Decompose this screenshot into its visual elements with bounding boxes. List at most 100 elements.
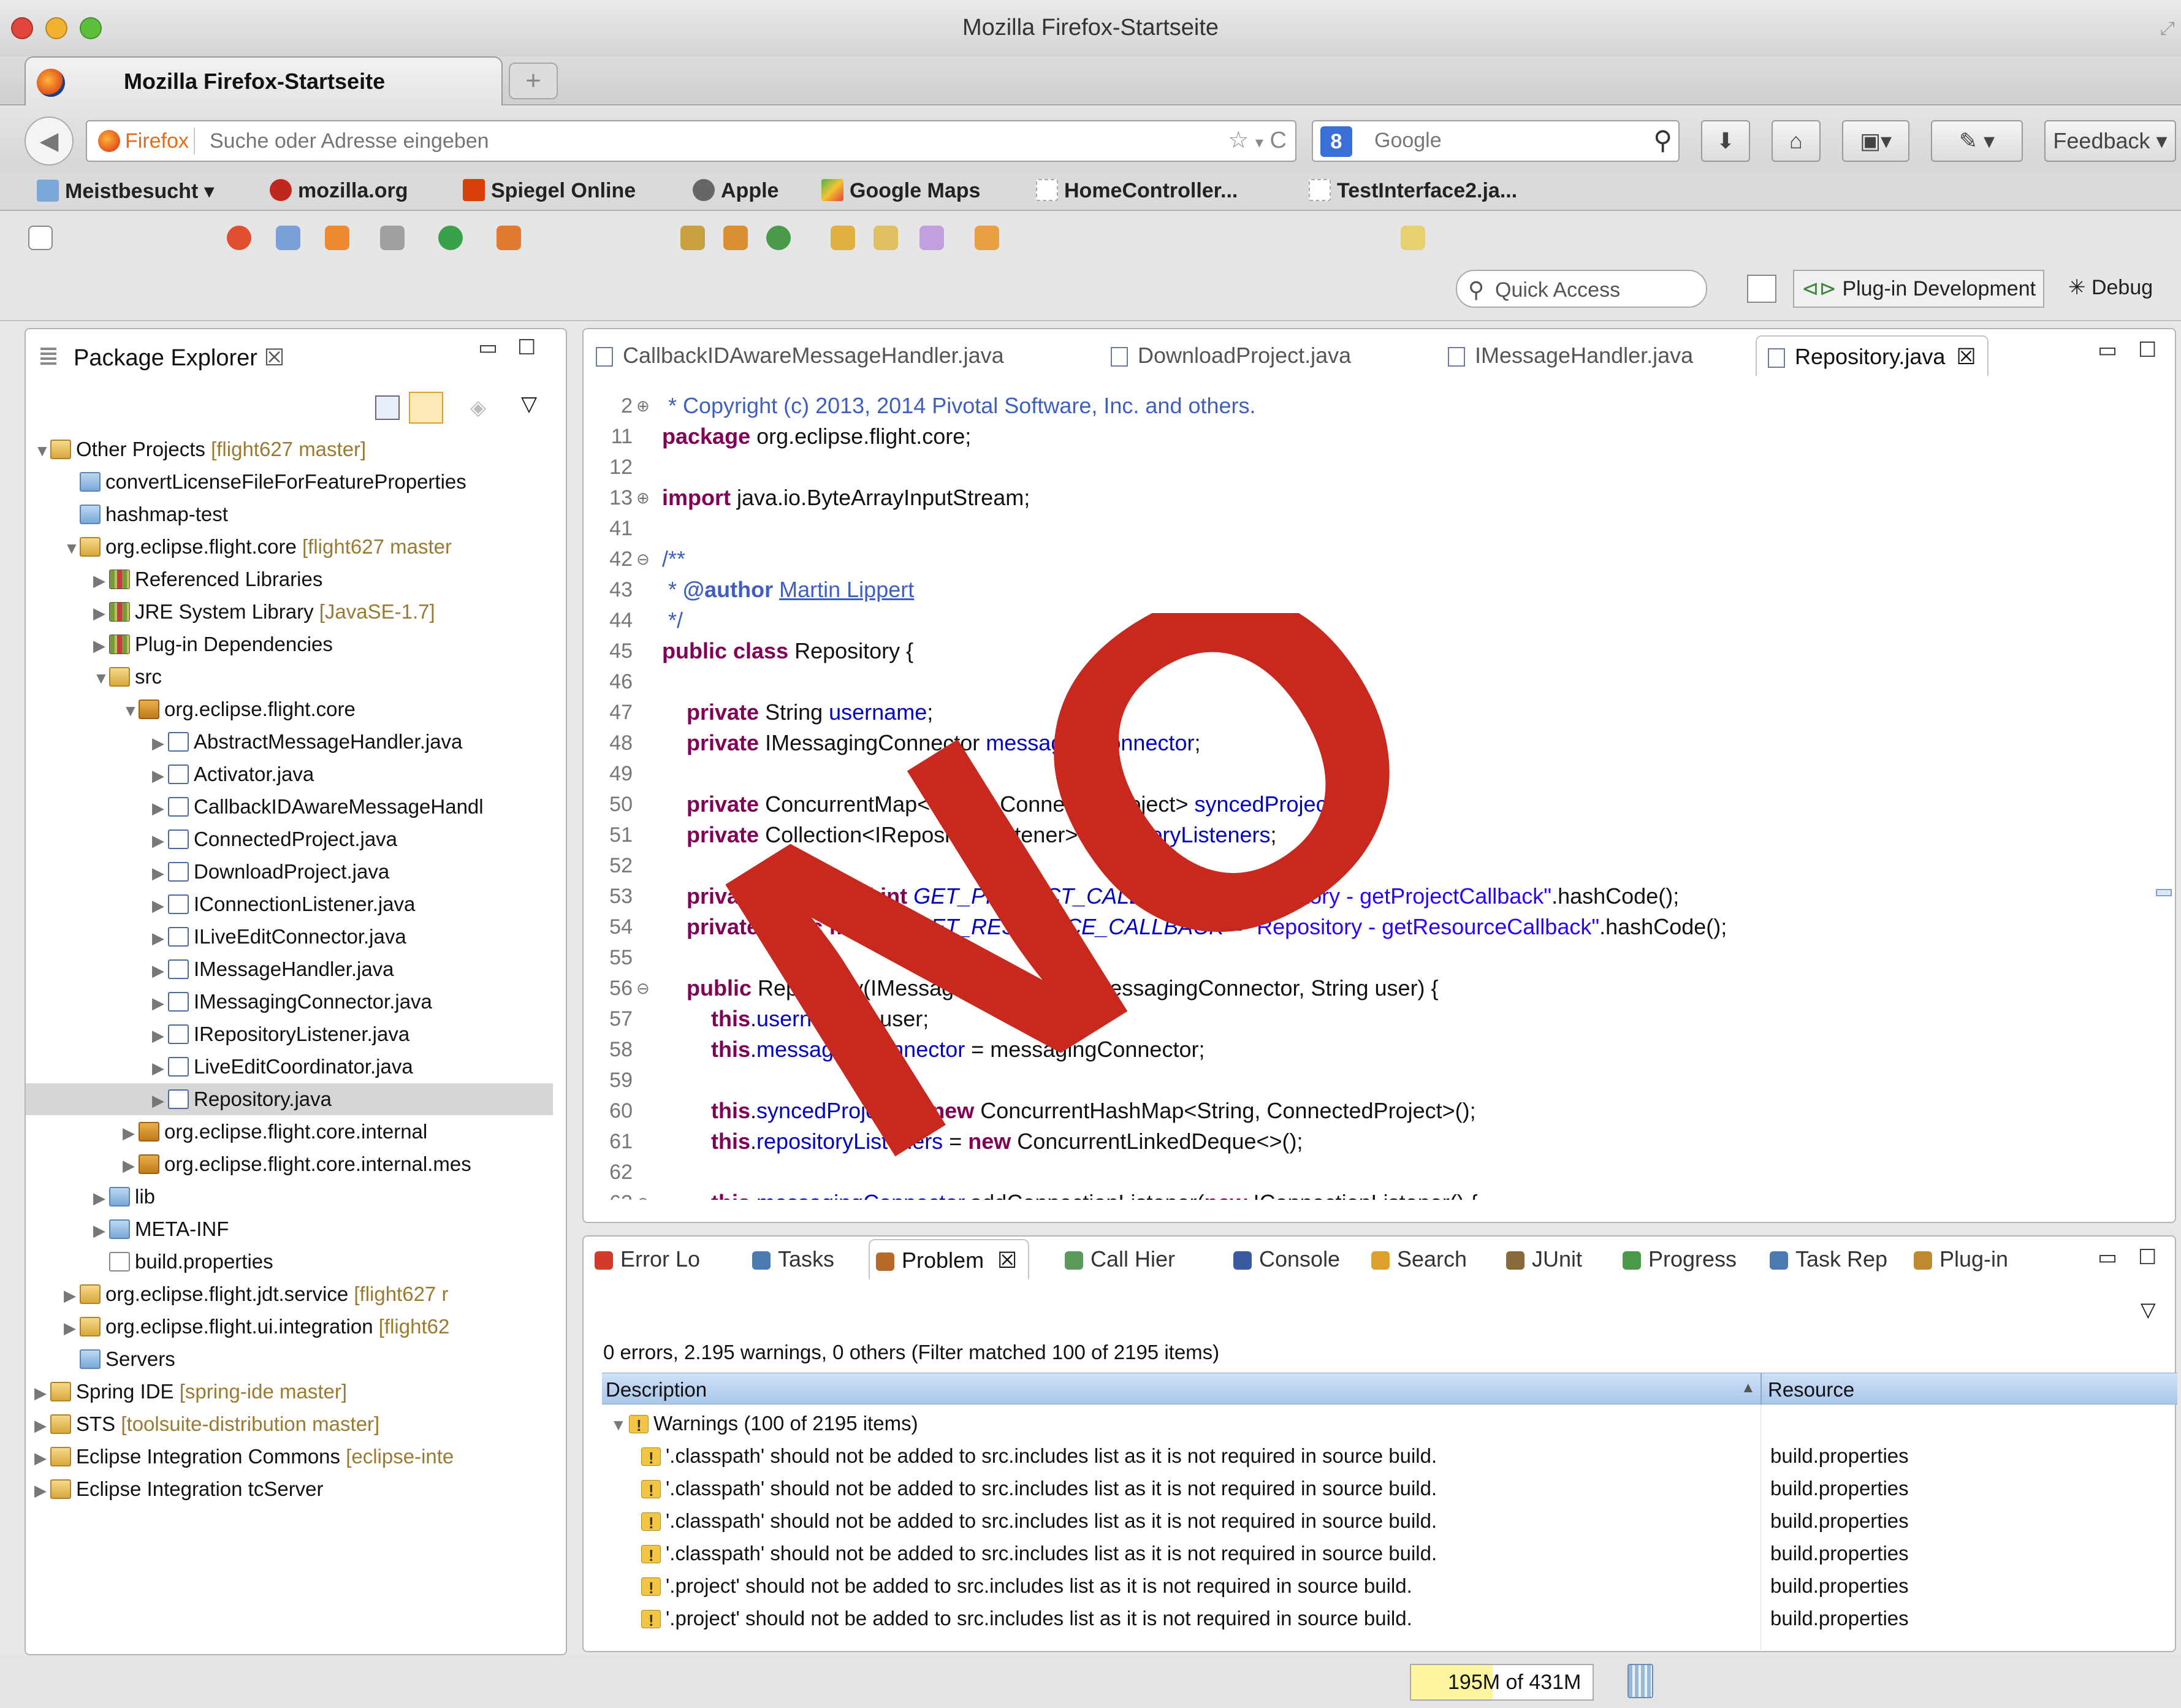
focus-task-icon[interactable]: ◈ xyxy=(470,395,495,420)
expanded-triangle-icon[interactable]: ▼ xyxy=(123,695,139,726)
tree-item[interactable]: ▶ lib xyxy=(93,1181,155,1213)
bookmark-homecontroller[interactable]: HomeController... xyxy=(1036,179,1238,203)
tree-item[interactable]: ▶ IMessagingConnector.java xyxy=(152,986,432,1018)
tree-item[interactable]: ▶ Referenced Libraries xyxy=(93,563,322,595)
debug-icon[interactable] xyxy=(227,226,251,250)
url-input[interactable] xyxy=(210,126,1190,156)
tree-item[interactable]: hashmap-test xyxy=(64,498,228,530)
search-bar[interactable]: 8 Google ⚲ xyxy=(1312,120,1680,162)
code-line[interactable]: this.messagingConnector = messagingConne… xyxy=(662,1034,1205,1065)
code-line[interactable]: * @author Martin Lippert xyxy=(662,574,914,605)
collapsed-triangle-icon[interactable]: ▶ xyxy=(152,792,168,824)
code-line[interactable]: this.syncedProjects = new ConcurrentHash… xyxy=(662,1096,1476,1126)
problem-row[interactable]: '.classpath' should not be added to src.… xyxy=(602,1472,2171,1507)
expanded-triangle-icon[interactable]: ▼ xyxy=(93,662,109,694)
close-tab-icon[interactable]: ☒ xyxy=(997,1248,1017,1273)
tree-item[interactable]: ▶ Eclipse Integration Commons [eclipse-in… xyxy=(34,1441,454,1473)
package-explorer-title[interactable]: Package Explorer ☒ xyxy=(74,344,285,372)
close-tab-icon[interactable]: ☒ xyxy=(1956,344,1976,369)
link-editor-icon[interactable] xyxy=(409,392,443,424)
back-arrow-icon[interactable] xyxy=(1401,226,1425,250)
tree-item[interactable]: Servers xyxy=(64,1343,175,1375)
new-file-icon[interactable] xyxy=(28,226,53,250)
tree-item[interactable]: ▶ AbstractMessageHandler.java xyxy=(152,726,462,758)
fullscreen-icon[interactable]: ⤢ xyxy=(2160,18,2175,39)
collapsed-triangle-icon[interactable]: ▶ xyxy=(34,1474,50,1506)
feedback-button[interactable]: Feedback ▾ xyxy=(2044,120,2176,162)
tree-item[interactable]: ▼ org.eclipse.flight.core [flight627 mast… xyxy=(64,531,452,563)
column-description[interactable]: Description xyxy=(606,1378,707,1401)
back-button[interactable]: ◀ xyxy=(25,116,74,166)
code-line[interactable]: private Collection<IRepositoryListener> … xyxy=(662,820,1277,850)
collapsed-triangle-icon[interactable]: ▶ xyxy=(152,857,168,889)
collapsed-triangle-icon[interactable]: ▶ xyxy=(93,630,109,661)
editor-tab[interactable]: IMessageHandler.java xyxy=(1448,335,1693,376)
run-config-icon[interactable] xyxy=(497,226,521,250)
collapsed-triangle-icon[interactable]: ▶ xyxy=(64,1279,80,1311)
url-bar[interactable]: Firefox ☆ ▾ C xyxy=(86,120,1296,162)
bookmark-star-icon[interactable]: ☆ xyxy=(1228,128,1249,153)
code-line[interactable]: /** xyxy=(662,544,685,574)
dropdown-icon[interactable]: ▾ xyxy=(1255,133,1263,151)
close-view-icon[interactable]: ☒ xyxy=(264,345,285,371)
google-icon[interactable]: 8 xyxy=(1320,126,1352,157)
tree-item[interactable]: ▼ src xyxy=(93,661,162,693)
panel-tab[interactable]: Tasks xyxy=(752,1239,834,1279)
code-line[interactable]: import java.io.ByteArrayInputStream; xyxy=(662,482,1030,513)
expanded-triangle-icon[interactable]: ▼ xyxy=(611,1409,629,1441)
maximize-editor-icon[interactable]: ☐ xyxy=(2138,338,2156,362)
fold-toggle-icon[interactable]: ⊕ xyxy=(636,482,655,513)
collapse-all-icon[interactable] xyxy=(375,395,400,420)
collapsed-triangle-icon[interactable]: ▶ xyxy=(93,1182,109,1214)
new-tab-button[interactable]: + xyxy=(509,63,558,99)
panel-tab[interactable]: Console xyxy=(1233,1239,1340,1279)
collapsed-triangle-icon[interactable]: ▶ xyxy=(123,1149,139,1181)
tree-item[interactable]: ▶ JRE System Library [JavaSE-1.7] xyxy=(93,596,435,628)
expanded-triangle-icon[interactable]: ▼ xyxy=(64,532,80,564)
tree-item[interactable]: ▶ ConnectedProject.java xyxy=(152,823,397,855)
collapsed-triangle-icon[interactable]: ▶ xyxy=(152,727,168,759)
tree-item[interactable]: ▶ Spring IDE [spring-ide master] xyxy=(34,1376,347,1408)
pencil-icon[interactable] xyxy=(919,226,944,250)
open-folder-icon[interactable] xyxy=(874,226,898,250)
panel-tab[interactable]: Call Hier xyxy=(1065,1239,1175,1279)
collapsed-triangle-icon[interactable]: ▶ xyxy=(152,760,168,791)
code-line[interactable]: this.username = user; xyxy=(662,1004,929,1034)
home-button[interactable]: ⌂ xyxy=(1772,120,1821,162)
reload-icon[interactable]: C xyxy=(1270,128,1287,153)
collapsed-triangle-icon[interactable]: ▶ xyxy=(93,565,109,597)
problem-row[interactable]: '.classpath' should not be added to src.… xyxy=(602,1504,2171,1539)
tree-item[interactable]: ▶ Repository.java xyxy=(152,1083,332,1115)
problem-row[interactable]: '.project' should not be added to src.in… xyxy=(602,1569,2171,1604)
panel-tab[interactable]: Search xyxy=(1371,1239,1467,1279)
tree-item[interactable]: ▼ Other Projects [flight627 master] xyxy=(34,433,366,465)
editor-tab[interactable]: CallbackIDAwareMessageHandler.java xyxy=(596,335,1004,376)
collapsed-triangle-icon[interactable]: ▶ xyxy=(152,890,168,921)
bookmark-meistbesucht[interactable]: Meistbesucht ▾ xyxy=(37,179,215,204)
new-java-project-icon[interactable] xyxy=(680,226,705,250)
collapsed-triangle-icon[interactable]: ▶ xyxy=(64,1312,80,1344)
problem-row[interactable]: '.classpath' should not be added to src.… xyxy=(602,1537,2171,1572)
open-perspective-icon[interactable] xyxy=(1747,275,1776,303)
panel-tab[interactable]: Task Rep xyxy=(1770,1239,1887,1279)
expanded-triangle-icon[interactable]: ▼ xyxy=(34,435,50,467)
maximize-panel-icon[interactable]: ☐ xyxy=(2138,1245,2156,1270)
collapsed-triangle-icon[interactable]: ▶ xyxy=(152,825,168,856)
panel-tab[interactable]: JUnit xyxy=(1506,1239,1582,1279)
view-menu-icon[interactable]: ▽ xyxy=(521,392,537,416)
collapsed-triangle-icon[interactable]: ▶ xyxy=(93,1214,109,1246)
maximize-view-icon[interactable]: ☐ xyxy=(517,335,536,360)
panel-tab[interactable]: Plug-in xyxy=(1914,1239,2008,1279)
new-class-icon[interactable] xyxy=(766,226,791,250)
code-line[interactable]: private ConcurrentMap<String, ConnectedP… xyxy=(662,789,1350,820)
tree-item[interactable]: ▶ Plug-in Dependencies xyxy=(93,628,333,660)
tree-item[interactable]: convertLicenseFileForFeatureProperties xyxy=(64,466,466,498)
tree-item[interactable]: ▶ IConnectionListener.java xyxy=(152,888,415,920)
minimize-editor-icon[interactable]: ▭ xyxy=(2098,338,2117,362)
collapsed-triangle-icon[interactable]: ▶ xyxy=(123,1117,139,1149)
browser-tab[interactable]: Mozilla Firefox-Startseite xyxy=(25,56,503,105)
tree-item[interactable]: build.properties xyxy=(93,1246,273,1278)
tree-item[interactable]: ▶ Activator.java xyxy=(152,758,314,790)
warnings-group-row[interactable]: ▼ Warnings (100 of 2195 items) xyxy=(602,1407,2171,1442)
code-line[interactable]: package org.eclipse.flight.core; xyxy=(662,421,971,452)
